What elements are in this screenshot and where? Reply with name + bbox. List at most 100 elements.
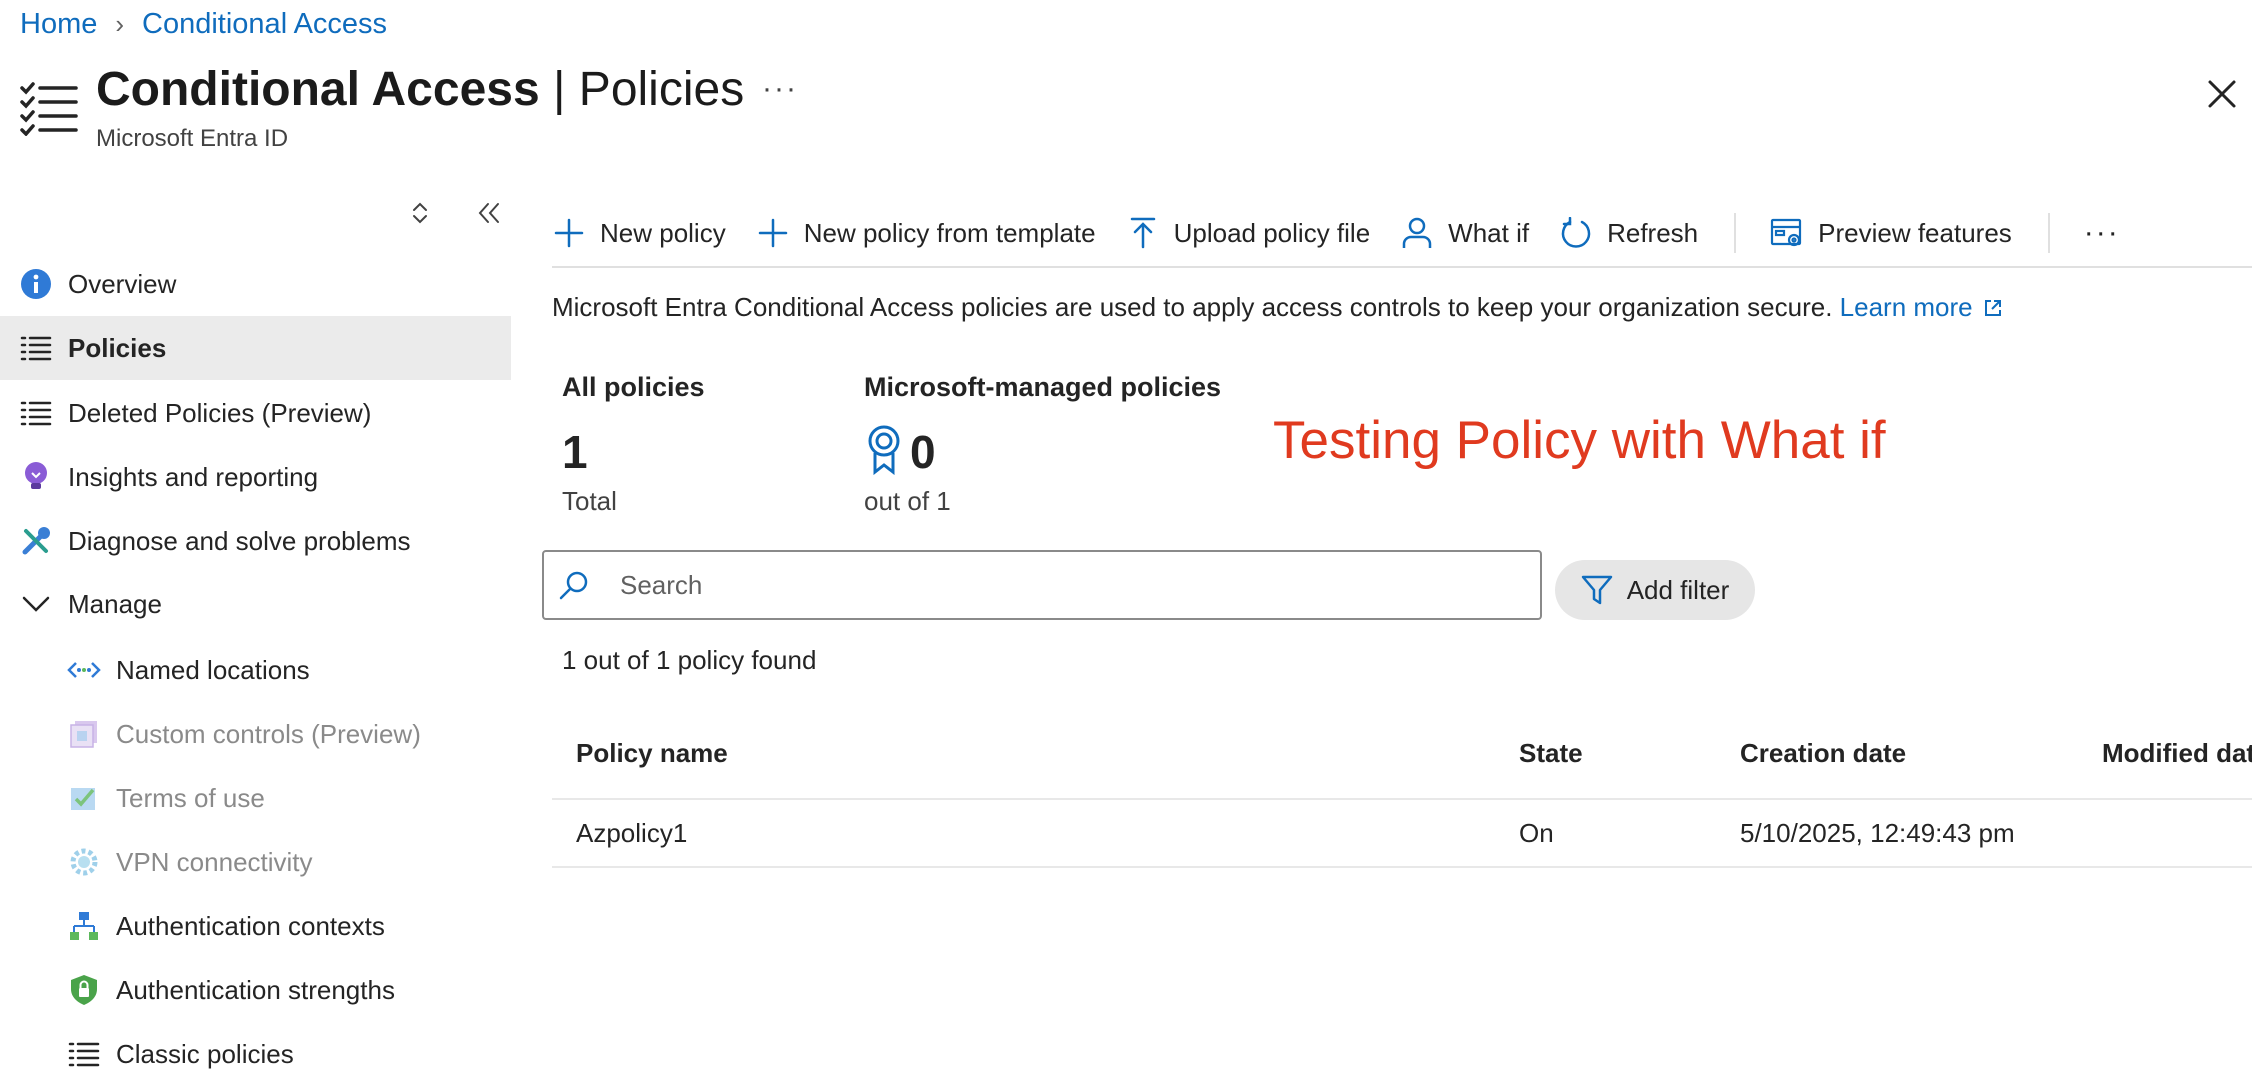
sidebar-item-insights[interactable]: Insights and reporting bbox=[0, 445, 511, 509]
ribbon-badge-icon bbox=[868, 425, 900, 475]
column-header-creation-date[interactable]: Creation date bbox=[1740, 738, 1906, 769]
breadcrumb: Home › Conditional Access bbox=[20, 8, 387, 41]
list-icon bbox=[18, 330, 54, 366]
command-bar: New policy New policy from template Uplo… bbox=[552, 200, 2150, 266]
sidebar-item-label: Deleted Policies (Preview) bbox=[68, 397, 372, 428]
new-policy-button[interactable]: New policy bbox=[552, 216, 726, 250]
search-box[interactable] bbox=[542, 550, 1542, 620]
plus-icon bbox=[552, 216, 586, 250]
page-subtitle: Microsoft Entra ID bbox=[96, 125, 289, 152]
policy-state: On bbox=[1519, 818, 1554, 848]
column-header-policy-name[interactable]: Policy name bbox=[576, 738, 728, 769]
custom-controls-icon bbox=[66, 716, 102, 752]
sidebar-item-auth-contexts[interactable]: Authentication contexts bbox=[0, 894, 511, 958]
sidebar-item-custom-controls: Custom controls (Preview) bbox=[0, 702, 511, 766]
gear-icon bbox=[66, 844, 102, 880]
result-count: 1 out of 1 policy found bbox=[562, 645, 817, 675]
list-icon bbox=[18, 395, 54, 431]
preview-features-icon bbox=[1770, 216, 1804, 250]
managed-policies-out-of: out of 1 bbox=[864, 486, 951, 516]
sidebar-item-label: Classic policies bbox=[116, 1038, 294, 1069]
annotation-text: Testing Policy with What if bbox=[1273, 411, 1886, 470]
sidebar-item-diagnose[interactable]: Diagnose and solve problems bbox=[0, 509, 511, 573]
plus-icon bbox=[756, 216, 790, 250]
all-policies-total-label: Total bbox=[562, 486, 617, 516]
new-policy-from-template-button[interactable]: New policy from template bbox=[756, 216, 1096, 250]
toolbar-divider-line bbox=[552, 266, 2252, 268]
external-link-icon bbox=[1984, 299, 2001, 316]
lightbulb-icon bbox=[18, 459, 54, 495]
policy-name-link[interactable]: Azpolicy1 bbox=[576, 818, 687, 849]
table-header-divider bbox=[552, 798, 2252, 800]
policy-list-icon bbox=[20, 82, 78, 136]
breadcrumb-chevron-icon: › bbox=[115, 9, 125, 39]
person-icon bbox=[1400, 216, 1434, 250]
sidebar-item-label: Diagnose and solve problems bbox=[68, 525, 411, 556]
preview-features-button[interactable]: Preview features bbox=[1770, 216, 2012, 250]
search-icon bbox=[559, 571, 588, 600]
column-header-modified-date[interactable]: Modified dat bbox=[2102, 738, 2252, 769]
sidebar-item-label: Overview bbox=[68, 268, 177, 299]
new-policy-from-template-label: New policy from template bbox=[803, 217, 1096, 248]
add-filter-label: Add filter bbox=[1626, 574, 1730, 605]
breadcrumb-home-link[interactable]: Home bbox=[20, 8, 97, 41]
terms-icon bbox=[66, 780, 102, 816]
sidebar-item-vpn-connectivity: VPN connectivity bbox=[0, 830, 511, 894]
sidebar-item-label: Insights and reporting bbox=[68, 461, 319, 492]
sidebar-item-named-locations[interactable]: Named locations bbox=[0, 638, 511, 702]
managed-policies-count: 0 bbox=[910, 426, 936, 478]
what-if-label: What if bbox=[1448, 217, 1530, 248]
sidebar-item-classic-policies[interactable]: Classic policies bbox=[0, 1022, 511, 1086]
page-title: Conditional Access | Policies bbox=[96, 62, 744, 117]
sidebar-item-overview[interactable]: Overview bbox=[0, 252, 511, 316]
collapse-sidebar-icon[interactable] bbox=[478, 202, 500, 224]
upload-policy-file-button[interactable]: Upload policy file bbox=[1126, 216, 1371, 250]
page-description: Microsoft Entra Conditional Access polic… bbox=[552, 292, 2003, 323]
page-title-bold: Conditional Access bbox=[96, 63, 540, 116]
search-input[interactable] bbox=[618, 568, 1522, 602]
sidebar-item-terms-of-use: Terms of use bbox=[0, 766, 511, 830]
close-icon[interactable] bbox=[2204, 76, 2240, 112]
sidebar-item-label: Named locations bbox=[116, 654, 310, 685]
sidebar-item-label: Custom controls (Preview) bbox=[116, 718, 421, 749]
learn-more-link[interactable]: Learn more bbox=[1840, 292, 2003, 323]
sidebar-item-label: Manage bbox=[68, 588, 162, 619]
managed-policies-label: Microsoft-managed policies bbox=[864, 372, 1222, 402]
sidebar-item-label: VPN connectivity bbox=[116, 846, 313, 877]
info-icon bbox=[18, 266, 54, 302]
description-text: Microsoft Entra Conditional Access polic… bbox=[552, 292, 1833, 322]
header-more-button[interactable]: ··· bbox=[762, 72, 798, 106]
hierarchy-icon bbox=[66, 908, 102, 944]
table-row-divider bbox=[552, 866, 2252, 868]
sidebar-item-label: Authentication contexts bbox=[116, 910, 385, 941]
sidebar-item-label: Policies bbox=[68, 332, 167, 363]
sidebar-item-auth-strengths[interactable]: Authentication strengths bbox=[0, 958, 511, 1022]
page-title-rest: | Policies bbox=[539, 63, 745, 116]
what-if-button[interactable]: What if bbox=[1400, 216, 1529, 250]
sidebar-group-manage[interactable]: Manage bbox=[0, 572, 511, 636]
sort-updown-icon[interactable] bbox=[410, 202, 430, 224]
wrench-icon bbox=[18, 523, 54, 559]
column-header-state[interactable]: State bbox=[1519, 738, 1583, 769]
toolbar-divider bbox=[2047, 213, 2050, 253]
upload-policy-file-label: Upload policy file bbox=[1173, 217, 1371, 248]
refresh-label: Refresh bbox=[1607, 217, 1699, 248]
upload-icon bbox=[1126, 216, 1160, 250]
breadcrumb-conditional-access-link[interactable]: Conditional Access bbox=[142, 8, 387, 41]
sidebar-item-deleted-policies[interactable]: Deleted Policies (Preview) bbox=[0, 381, 511, 445]
chevron-down-icon bbox=[18, 586, 54, 622]
toolbar-more-button[interactable]: ··· bbox=[2084, 216, 2120, 250]
preview-features-label: Preview features bbox=[1818, 217, 2012, 248]
list-icon bbox=[66, 1036, 102, 1072]
learn-more-label: Learn more bbox=[1839, 292, 1973, 322]
all-policies-label: All policies bbox=[562, 372, 705, 402]
sidebar-item-policies[interactable]: Policies bbox=[0, 316, 511, 380]
add-filter-button[interactable]: Add filter bbox=[1555, 560, 1755, 620]
refresh-button[interactable]: Refresh bbox=[1559, 216, 1698, 250]
toolbar-divider bbox=[1734, 213, 1737, 253]
network-icon bbox=[66, 652, 102, 688]
refresh-icon bbox=[1559, 216, 1593, 250]
shield-lock-icon bbox=[66, 972, 102, 1008]
new-policy-label: New policy bbox=[600, 217, 726, 248]
sidebar-item-label: Terms of use bbox=[116, 782, 265, 813]
